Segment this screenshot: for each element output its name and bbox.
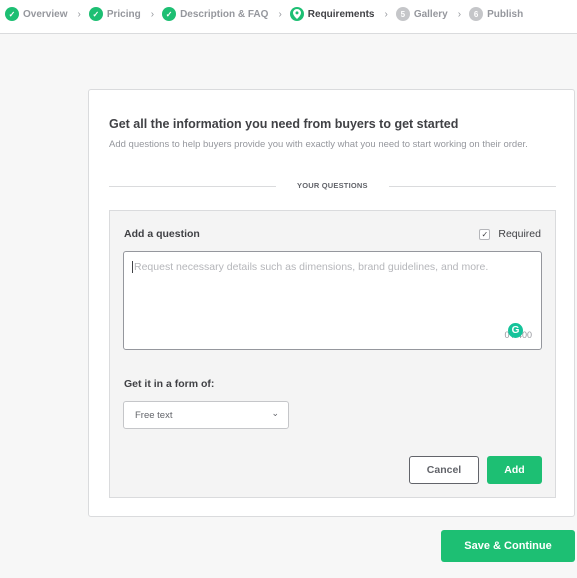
add-button[interactable]: Add xyxy=(487,456,542,484)
answer-type-value: Free text xyxy=(135,410,173,421)
question-textarea[interactable]: Request necessary details such as dimens… xyxy=(123,251,542,350)
step-publish[interactable]: 6 Publish xyxy=(469,7,523,21)
step-overview[interactable]: ✓ Overview xyxy=(5,7,67,21)
step-requirements[interactable]: Requirements xyxy=(289,7,375,21)
chevron-right-icon: › xyxy=(150,8,155,20)
check-icon: ✓ xyxy=(88,7,103,21)
check-icon: ✓ xyxy=(5,7,19,21)
step-label: Description & FAQ xyxy=(180,8,269,20)
chevron-right-icon: › xyxy=(77,8,81,20)
step-label: Gallery xyxy=(413,8,448,20)
question-label: Add a question xyxy=(124,228,200,240)
required-label: Required xyxy=(498,228,541,240)
step-label: Publish xyxy=(487,8,524,20)
step-label: Requirements xyxy=(307,8,375,20)
required-checkbox[interactable]: ✓ xyxy=(479,228,491,240)
cancel-button[interactable]: Cancel xyxy=(409,456,479,484)
check-icon: ✓ xyxy=(162,7,177,21)
step-number-icon: 5 xyxy=(395,7,410,21)
progress-bar: ✓ Overview › ✓ Pricing › ✓ Description &… xyxy=(0,0,577,34)
answer-type-label: Get it in a form of: xyxy=(124,378,215,390)
step-pricing[interactable]: ✓ Pricing xyxy=(88,7,141,21)
step-gallery[interactable]: 5 Gallery xyxy=(395,7,448,21)
location-pin-icon xyxy=(289,7,304,21)
card-title: Get all the information you need from bu… xyxy=(109,117,459,131)
step-number-icon: 6 xyxy=(469,7,484,21)
step-label: Pricing xyxy=(106,8,141,20)
question-form: Add a question ✓ Required Request necess… xyxy=(109,210,556,498)
chevron-down-icon: ⌄ xyxy=(271,408,279,418)
step-list: ✓ Overview › ✓ Pricing › ✓ Description &… xyxy=(5,6,523,22)
divider-right xyxy=(389,186,556,187)
chevron-right-icon: › xyxy=(278,8,282,20)
answer-type-select[interactable]: Free text ⌄ xyxy=(123,401,289,429)
checkmark-icon: ✓ xyxy=(481,229,489,239)
save-continue-button[interactable]: Save & Continue xyxy=(441,530,575,562)
section-label: YOUR QUESTIONS xyxy=(297,181,368,190)
textarea-placeholder: Request necessary details such as dimens… xyxy=(132,261,489,273)
chevron-right-icon: › xyxy=(457,8,462,20)
card-description: Add questions to help buyers provide you… xyxy=(109,139,528,150)
divider-left xyxy=(109,186,276,187)
requirements-card: Get all the information you need from bu… xyxy=(88,89,575,517)
grammarly-icon[interactable]: G xyxy=(508,323,523,338)
required-toggle[interactable]: ✓ Required xyxy=(479,228,541,240)
step-label: Overview xyxy=(23,8,68,20)
step-description-faq[interactable]: ✓ Description & FAQ xyxy=(162,7,268,21)
chevron-right-icon: › xyxy=(384,8,388,20)
